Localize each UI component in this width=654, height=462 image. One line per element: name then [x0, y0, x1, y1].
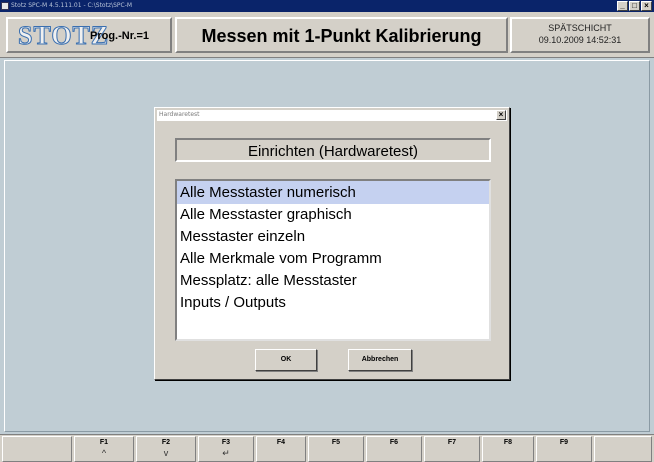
title-panel: Messen mit 1-Punkt Kalibrierung — [175, 17, 508, 53]
page-title: Messen mit 1-Punkt Kalibrierung — [201, 26, 482, 46]
window-titlebar: Stotz SPC-M 4.5.111.01 - C:\Stotz\SPC-M … — [0, 0, 654, 12]
fkey-label: F3 — [221, 439, 231, 446]
fkey-f2[interactable]: F2 v — [136, 436, 196, 462]
fkey-label: F4 — [276, 439, 286, 446]
shift-label: SPÄTSCHICHT — [548, 23, 612, 33]
fkey-f8[interactable]: F8 — [482, 436, 534, 462]
fkey-label: F2 — [161, 439, 171, 446]
dialog-close-icon[interactable]: × — [496, 110, 506, 120]
fkey-label: F7 — [447, 439, 457, 446]
test-option-list[interactable]: Alle Messtaster numerisch Alle Messtaste… — [175, 179, 491, 341]
fkey-blank-right[interactable] — [594, 436, 652, 462]
enter-icon: ↵ — [222, 448, 230, 458]
header: STOTZ Prog.-Nr.=1 Messen mit 1-Punkt Kal… — [0, 12, 654, 58]
fkey-f4[interactable]: F4 — [256, 436, 306, 462]
list-item[interactable]: Alle Messtaster numerisch — [177, 181, 489, 204]
function-key-bar: F1 ^ F2 v F3 ↵ F4 F5 F6 F7 F8 F9 — [0, 434, 654, 462]
list-item[interactable]: Messplatz: alle Messtaster — [177, 270, 489, 292]
list-item[interactable]: Alle Messtaster graphisch — [177, 204, 489, 226]
app-icon — [1, 2, 9, 10]
shift-panel: SPÄTSCHICHT 09.10.2009 14:52:31 — [510, 17, 650, 53]
minimize-icon[interactable]: _ — [617, 1, 628, 11]
fkey-f9[interactable]: F9 — [536, 436, 592, 462]
fkey-blank-left[interactable] — [2, 436, 72, 462]
ok-button[interactable]: OK — [255, 349, 317, 371]
list-item[interactable]: Inputs / Outputs — [177, 292, 489, 314]
dialog-title: Hardwaretest — [159, 111, 200, 118]
fkey-label: F9 — [559, 439, 569, 446]
close-icon[interactable]: × — [641, 1, 652, 11]
fkey-label: F6 — [389, 439, 399, 446]
fkey-f3[interactable]: F3 ↵ — [198, 436, 254, 462]
maximize-icon[interactable]: □ — [629, 1, 640, 11]
list-item[interactable]: Alle Merkmale vom Programm — [177, 248, 489, 270]
fkey-label: F1 — [99, 439, 109, 446]
fkey-f6[interactable]: F6 — [366, 436, 422, 462]
fkey-label: F5 — [331, 439, 341, 446]
window-title: Stotz SPC-M 4.5.111.01 - C:\Stotz\SPC-M — [11, 2, 133, 9]
fkey-f1[interactable]: F1 ^ — [74, 436, 134, 462]
chevron-down-icon: v — [163, 448, 169, 458]
hardwaretest-dialog: Hardwaretest × Einrichten (Hardwaretest)… — [154, 107, 510, 380]
cancel-button[interactable]: Abbrechen — [348, 349, 412, 371]
dialog-heading-panel: Einrichten (Hardwaretest) — [175, 138, 491, 162]
window-controls: _ □ × — [617, 1, 652, 11]
program-number: Prog.-Nr.=1 — [90, 30, 149, 42]
chevron-up-icon: ^ — [101, 448, 107, 458]
dialog-titlebar: Hardwaretest × — [157, 110, 507, 121]
list-item[interactable]: Messtaster einzeln — [177, 226, 489, 248]
fkey-label: F8 — [503, 439, 513, 446]
logo-panel: STOTZ Prog.-Nr.=1 — [6, 17, 172, 53]
fkey-f7[interactable]: F7 — [424, 436, 480, 462]
datetime: 09.10.2009 14:52:31 — [538, 35, 622, 45]
fkey-f5[interactable]: F5 — [308, 436, 364, 462]
dialog-heading: Einrichten (Hardwaretest) — [247, 143, 419, 160]
